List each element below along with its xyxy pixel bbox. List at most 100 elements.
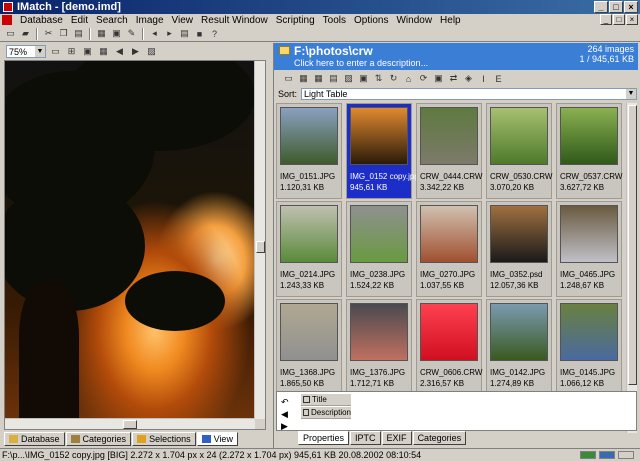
thumbnail-view-icon[interactable]: ▣ — [357, 72, 370, 85]
thumbnail-cell[interactable]: IMG_0465.JPG 1.248,67 KB — [556, 201, 622, 297]
doc-minimize-button[interactable]: _ — [600, 14, 612, 25]
tag-icon[interactable]: ⌂ — [402, 72, 415, 85]
chevron-down-icon[interactable]: ▼ — [35, 46, 45, 57]
image-viewer[interactable] — [4, 60, 266, 430]
thumbnail-cell[interactable]: IMG_0214.JPG 1.243,33 KB — [276, 201, 342, 297]
menu-tools[interactable]: Tools — [319, 15, 350, 26]
minimize-button[interactable]: _ — [594, 1, 608, 13]
print-icon[interactable]: ▦ — [95, 27, 108, 40]
help-icon[interactable]: ? — [208, 27, 221, 40]
thumbnail-cell[interactable]: IMG_1376.JPG 1.712,71 KB — [346, 299, 412, 395]
close-button[interactable]: × — [624, 1, 638, 13]
thumbnail-filesize: 1.120,31 KB — [280, 183, 325, 192]
grid-small-icon[interactable]: ▦ — [297, 72, 310, 85]
thumbnail-cell[interactable]: IMG_0270.JPG 1.037,55 KB — [416, 201, 482, 297]
menu-help[interactable]: Help — [436, 15, 465, 26]
edit-icon[interactable]: ✎ — [125, 27, 138, 40]
tab-selections[interactable]: Selections — [132, 432, 196, 446]
thumbnail-cell[interactable]: IMG_0352.psd 12.057,36 KB — [486, 201, 552, 297]
tab-iptc[interactable]: IPTC — [350, 431, 381, 445]
menu-result-window[interactable]: Result Window — [197, 15, 272, 26]
zoom-in-icon[interactable]: ⊞ — [65, 45, 78, 58]
menu-database[interactable]: Database — [16, 15, 67, 26]
thumbnail-cell[interactable]: IMG_0145.JPG 1.066,12 KB — [556, 299, 622, 395]
thumbnail-filename: IMG_0238.JPG — [350, 270, 406, 279]
next-arrow-icon[interactable]: ▶ — [129, 45, 142, 58]
menu-search[interactable]: Search — [92, 15, 132, 26]
title-bar: IMatch - [demo.imd] _ □ × — [0, 0, 640, 14]
new-icon[interactable]: ▭ — [4, 27, 17, 40]
image-icon[interactable]: ▣ — [432, 72, 445, 85]
next-arrow-icon[interactable]: ▶ — [281, 420, 289, 432]
thumbnail-cell[interactable]: IMG_1368.JPG 1.865,50 KB — [276, 299, 342, 395]
cut-icon[interactable]: ✂ — [42, 27, 55, 40]
thumbnail-cell[interactable]: CRW_0537.CRW 3.627,72 KB — [556, 103, 622, 199]
thumbnail-cell[interactable]: CRW_0530.CRW 3.070,20 KB — [486, 103, 552, 199]
thumbnail-filesize: 1.243,33 KB — [280, 281, 325, 290]
maximize-button[interactable]: □ — [609, 1, 623, 13]
zoom-select[interactable]: 75% ▼ — [6, 45, 46, 58]
previous-arrow-icon[interactable]: ◀ — [113, 45, 126, 58]
doc-close-button[interactable]: × — [626, 14, 638, 25]
thumbnail-cell[interactable]: IMG_0142.JPG 1.274,89 KB — [486, 299, 552, 395]
thumbnail-cell[interactable]: IMG_0152 copy.jpg 945,61 KB — [346, 103, 419, 199]
viewer-pane: 75% ▼ ▭ ⊞ ▣ ▦ ◀ ▶ ▨ Database Categories … — [2, 43, 268, 448]
thumbnail-filename: IMG_1368.JPG — [280, 368, 336, 377]
scan-icon[interactable]: ▣ — [110, 27, 123, 40]
viewer-horizontal-scrollbar[interactable] — [5, 418, 255, 429]
tab-view[interactable]: View — [196, 432, 238, 446]
doc-restore-button[interactable]: □ — [613, 14, 625, 25]
folder-description-prompt[interactable]: Click here to enter a description... — [294, 58, 428, 68]
menu-view[interactable]: View — [168, 15, 198, 26]
move-right-icon[interactable]: ▸ — [163, 27, 176, 40]
folder-header[interactable]: F:\photos\crw Click here to enter a desc… — [274, 43, 638, 70]
grid-vertical-scrollbar[interactable] — [626, 103, 637, 433]
thumbnail-filesize: 945,61 KB — [350, 183, 388, 192]
open-icon[interactable]: ▰ — [19, 27, 32, 40]
tab-categories[interactable]: Categories — [65, 432, 132, 446]
view-mode-icon[interactable]: ▭ — [282, 72, 295, 85]
menu-edit[interactable]: Edit — [67, 15, 92, 26]
status-indicator — [599, 451, 615, 459]
folder-sync-icon[interactable]: ⇄ — [447, 72, 460, 85]
fit-window-icon[interactable]: ▭ — [49, 45, 62, 58]
rotate-icon[interactable]: ↻ — [387, 72, 400, 85]
details-icon[interactable]: ▤ — [327, 72, 340, 85]
thumbnail-filename: CRW_0530.CRW — [490, 172, 553, 181]
window-title: IMatch - [demo.imd] — [17, 1, 121, 13]
title-field[interactable]: Title — [301, 394, 351, 406]
tab-database[interactable]: Database — [4, 432, 65, 446]
filter-icon[interactable]: ▨ — [342, 72, 355, 85]
copy-icon[interactable]: ❐ — [57, 27, 70, 40]
paste-icon[interactable]: ▤ — [72, 27, 85, 40]
undo-icon[interactable]: ↶ — [281, 396, 289, 408]
sort-icon[interactable]: ⇅ — [372, 72, 385, 85]
menu-scripting[interactable]: Scripting — [272, 15, 319, 26]
description-field[interactable]: Description — [301, 407, 351, 419]
palette-icon[interactable]: ◈ — [462, 72, 475, 85]
thumbnail-cell[interactable]: CRW_0444.CRW 3.342,22 KB — [416, 103, 482, 199]
stop-icon[interactable]: ■ — [193, 27, 206, 40]
thumbnail-icon[interactable]: ▦ — [97, 45, 110, 58]
grid-large-icon[interactable]: ▦ — [312, 72, 325, 85]
menu-window[interactable]: Window — [392, 15, 436, 26]
thumbnail-cell[interactable]: CRW_0606.CRW 2.316,57 KB — [416, 299, 482, 395]
iptc-icon[interactable]: I — [477, 72, 490, 85]
menu-image[interactable]: Image — [132, 15, 168, 26]
slideshow-icon[interactable]: ▨ — [145, 45, 158, 58]
move-left-icon[interactable]: ◂ — [148, 27, 161, 40]
chevron-down-icon[interactable]: ▼ — [626, 89, 637, 99]
sort-select[interactable]: Light Table ▼ — [301, 88, 638, 100]
menu-options[interactable]: Options — [350, 15, 392, 26]
previous-arrow-icon[interactable]: ◀ — [281, 408, 289, 420]
properties-icon[interactable]: ▤ — [178, 27, 191, 40]
tab-properties[interactable]: Properties — [298, 431, 350, 445]
exif-icon[interactable]: E — [492, 72, 505, 85]
tab-categories[interactable]: Categories — [412, 431, 467, 445]
thumbnail-cell[interactable]: IMG_0238.JPG 1.524,22 KB — [346, 201, 412, 297]
thumbnail-cell[interactable]: IMG_0151.JPG 1.120,31 KB — [276, 103, 342, 199]
refresh-icon[interactable]: ⟳ — [417, 72, 430, 85]
full-size-icon[interactable]: ▣ — [81, 45, 94, 58]
tab-exif[interactable]: EXIF — [381, 431, 412, 445]
viewer-vertical-scrollbar[interactable] — [254, 61, 265, 419]
